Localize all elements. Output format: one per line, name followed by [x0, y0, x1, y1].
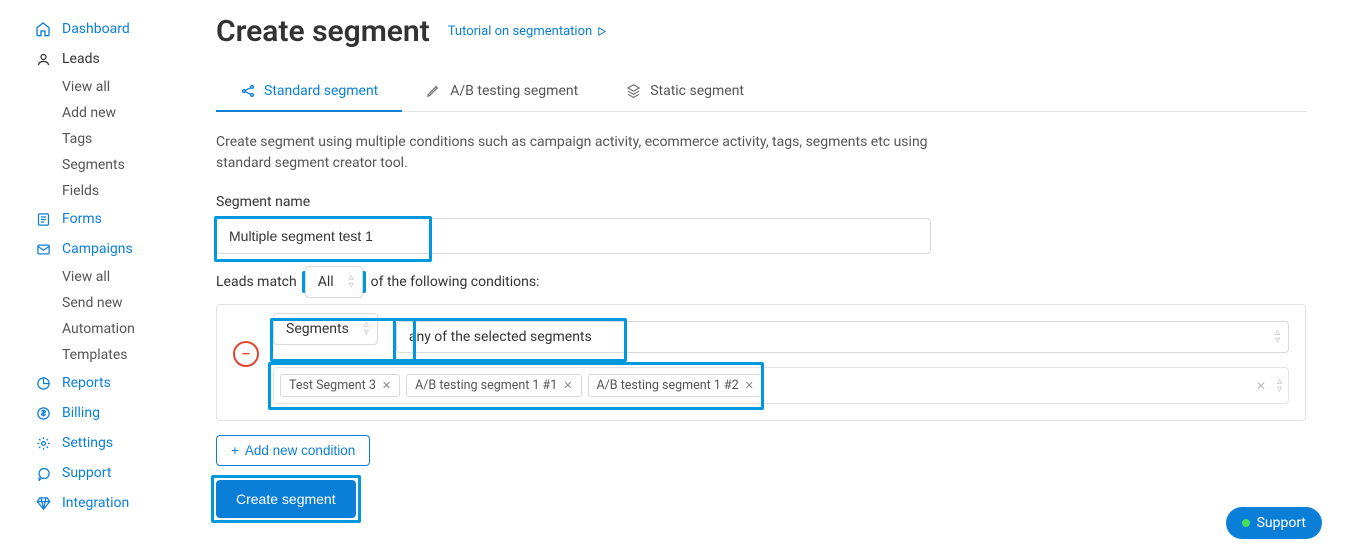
nav-leads[interactable]: Leads [0, 44, 200, 74]
nav-campaigns[interactable]: Campaigns [0, 234, 200, 264]
nav-label: Reports [62, 375, 111, 391]
share-icon [240, 83, 256, 99]
tab-label: A/B testing segment [450, 83, 578, 99]
play-icon [596, 26, 607, 37]
create-segment-button[interactable]: Create segment [216, 480, 356, 518]
tab-label: Standard segment [264, 83, 378, 99]
nav-label: Settings [62, 435, 113, 451]
match-prefix: Leads match [216, 274, 297, 290]
user-icon [34, 50, 52, 68]
plus-icon: + [231, 443, 239, 458]
pen-icon [426, 83, 442, 99]
nav-leads-segments[interactable]: Segments [0, 152, 200, 178]
tag-label: A/B testing segment 1 #2 [597, 378, 739, 393]
add-condition-label: Add new condition [245, 443, 355, 458]
clear-all-icon[interactable]: ✕ [1256, 379, 1266, 393]
nav-label: Dashboard [62, 21, 130, 37]
nav-leads-addnew[interactable]: Add new [0, 100, 200, 126]
nav-campaigns-sendnew[interactable]: Send new [0, 290, 200, 316]
create-label: Create segment [236, 491, 336, 507]
add-condition-button[interactable]: + Add new condition [216, 435, 370, 466]
sidebar: Dashboard Leads View all Add new Tags Se… [0, 0, 200, 559]
nav-label: Integration [62, 495, 129, 511]
support-label: Support [1257, 515, 1306, 531]
segments-multiselect[interactable]: Test Segment 3 ✕ A/B testing segment 1 #… [273, 367, 1289, 404]
remove-tag-icon[interactable]: ✕ [745, 379, 754, 392]
nav-label: Leads [62, 51, 100, 67]
nav-campaigns-templates[interactable]: Templates [0, 342, 200, 368]
match-suffix: of the following conditions: [371, 274, 540, 290]
condition-type-select[interactable]: Segments ▵▿ [273, 313, 378, 345]
tag-item: A/B testing segment 1 #2 ✕ [588, 374, 763, 397]
nav-campaigns-automation[interactable]: Automation [0, 316, 200, 342]
condition-mode-value: any of the selected segments [409, 329, 592, 345]
chevron-updown-icon: ▵▿ [364, 321, 369, 337]
nav-settings[interactable]: Settings [0, 428, 200, 458]
nav-label: Campaigns [62, 241, 133, 257]
chart-icon [34, 374, 52, 392]
tab-standard[interactable]: Standard segment [216, 73, 402, 111]
chevron-updown-icon: ▵▿ [1275, 329, 1280, 345]
nav-label: Billing [62, 405, 100, 421]
remove-tag-icon[interactable]: ✕ [563, 379, 572, 392]
nav-leads-tags[interactable]: Tags [0, 126, 200, 152]
tutorial-link[interactable]: Tutorial on segmentation [448, 24, 607, 39]
tutorial-label: Tutorial on segmentation [448, 24, 592, 39]
tag-item: Test Segment 3 ✕ [280, 374, 400, 397]
condition-mode-select[interactable]: any of the selected segments ▵▿ [396, 321, 1289, 353]
tag-item: A/B testing segment 1 #1 ✕ [406, 374, 581, 397]
gear-icon [34, 434, 52, 452]
nav-label: Forms [62, 211, 102, 227]
tabs: Standard segment A/B testing segment Sta… [216, 73, 1306, 112]
nav-campaigns-viewall[interactable]: View all [0, 264, 200, 290]
tag-label: Test Segment 3 [289, 378, 376, 393]
nav-dashboard[interactable]: Dashboard [0, 14, 200, 44]
description: Create segment using multiple conditions… [216, 132, 936, 174]
nav-integration[interactable]: Integration [0, 488, 200, 518]
nav-billing[interactable]: Billing [0, 398, 200, 428]
chevron-updown-icon: ▵▿ [1277, 378, 1282, 394]
layers-icon [626, 83, 642, 99]
tab-static[interactable]: Static segment [602, 73, 768, 111]
remove-tag-icon[interactable]: ✕ [382, 379, 391, 392]
chevron-updown-icon: ▵▿ [349, 274, 354, 290]
mail-icon [34, 240, 52, 258]
diamond-icon [34, 494, 52, 512]
segment-name-input[interactable] [216, 218, 931, 254]
page-title: Create segment [216, 14, 430, 49]
nav-leads-viewall[interactable]: View all [0, 74, 200, 100]
segment-name-label: Segment name [216, 194, 1306, 210]
remove-condition-button[interactable]: − [233, 341, 259, 367]
main: Create segment Tutorial on segmentation … [200, 0, 1346, 559]
condition-type-value: Segments [286, 321, 349, 337]
tag-label: A/B testing segment 1 #1 [415, 378, 557, 393]
support-widget[interactable]: Support [1226, 507, 1322, 539]
nav-support[interactable]: Support [0, 458, 200, 488]
home-icon [34, 20, 52, 38]
status-dot-icon [1242, 519, 1250, 527]
match-value: All [318, 274, 334, 290]
tab-ab[interactable]: A/B testing segment [402, 73, 602, 111]
dollar-icon [34, 404, 52, 422]
match-select[interactable]: All ▵▿ [305, 266, 363, 298]
conditions-box: − Segments ▵▿ any of the selected segmen… [216, 304, 1306, 421]
chat-icon [34, 464, 52, 482]
nav-forms[interactable]: Forms [0, 204, 200, 234]
tab-label: Static segment [650, 83, 744, 99]
nav-reports[interactable]: Reports [0, 368, 200, 398]
nav-leads-fields[interactable]: Fields [0, 178, 200, 204]
nav-label: Support [62, 465, 111, 481]
form-icon [34, 210, 52, 228]
